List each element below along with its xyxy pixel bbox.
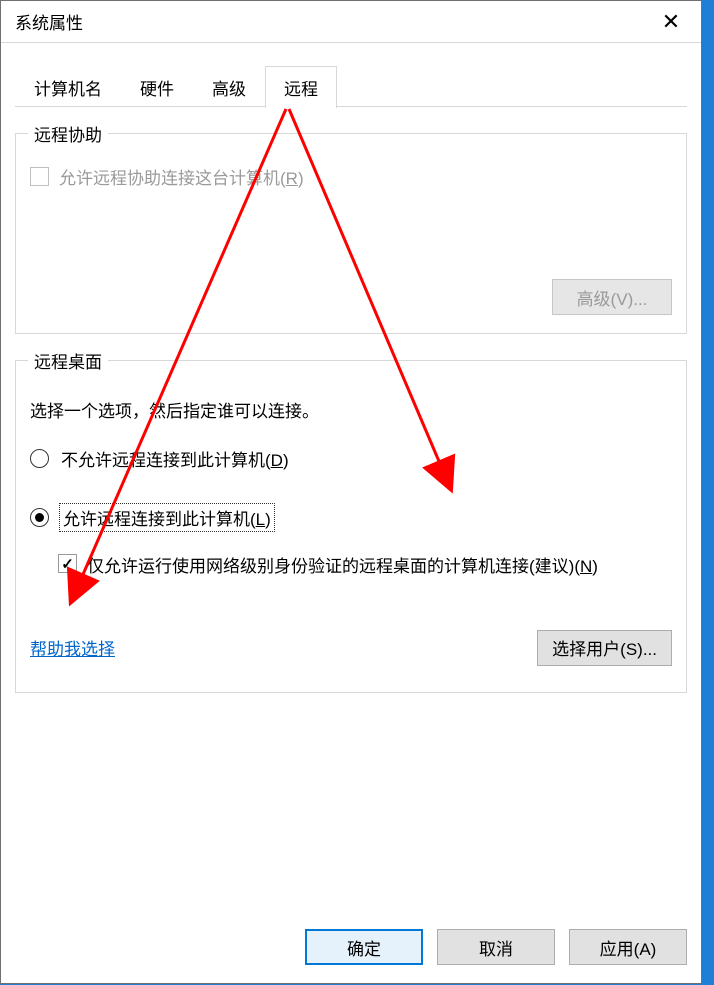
titlebar: 系统属性 ✕	[1, 1, 701, 43]
radio-allow[interactable]	[30, 508, 49, 527]
nla-row[interactable]: 仅允许运行使用网络级别身份验证的远程桌面的计算机连接(建议)(N)	[58, 554, 672, 580]
close-icon: ✕	[662, 9, 680, 35]
help-choose-link[interactable]: 帮助我选择	[30, 635, 115, 660]
radio-allow-label: 允许远程连接到此计算机(L)	[61, 505, 273, 530]
remote-assistance-legend: 远程协助	[28, 121, 108, 146]
tab-remote[interactable]: 远程	[265, 66, 337, 108]
remote-assistance-group: 远程协助 允许远程协助连接这台计算机(R) 高级(V)...	[15, 133, 687, 334]
nla-checkbox[interactable]	[58, 554, 77, 573]
select-users-button[interactable]: 选择用户(S)...	[537, 630, 672, 666]
remote-desktop-legend: 远程桌面	[28, 348, 108, 373]
nla-label: 仅允许运行使用网络级别身份验证的远程桌面的计算机连接(建议)(N)	[87, 554, 598, 580]
radio-disallow-label: 不允许远程连接到此计算机(D)	[61, 446, 289, 471]
remote-assist-advanced-row: 高级(V)...	[30, 279, 672, 315]
window-title: 系统属性	[15, 9, 83, 34]
apply-button[interactable]: 应用(A)	[569, 929, 687, 965]
allow-remote-assist-checkbox	[30, 167, 49, 186]
radio-allow-row[interactable]: 允许远程连接到此计算机(L)	[30, 505, 672, 530]
button-bar: 确定 取消 应用(A)	[1, 915, 701, 983]
tab-hardware[interactable]: 硬件	[121, 66, 193, 108]
ok-button[interactable]: 确定	[305, 929, 423, 965]
tab-computer-name[interactable]: 计算机名	[15, 66, 121, 108]
radio-disallow[interactable]	[30, 449, 49, 468]
close-button[interactable]: ✕	[641, 1, 701, 43]
tab-advanced[interactable]: 高级	[193, 66, 265, 108]
remote-desktop-desc: 选择一个选项，然后指定谁可以连接。	[30, 397, 672, 422]
remote-desktop-group: 远程桌面 选择一个选项，然后指定谁可以连接。 不允许远程连接到此计算机(D) 允…	[15, 360, 687, 693]
allow-remote-assist-label: 允许远程协助连接这台计算机(R)	[59, 164, 304, 189]
cancel-button[interactable]: 取消	[437, 929, 555, 965]
radio-disallow-row[interactable]: 不允许远程连接到此计算机(D)	[30, 446, 672, 471]
tab-content-remote: 远程协助 允许远程协助连接这台计算机(R) 高级(V)... 远程桌面 选择一个…	[1, 107, 701, 915]
tabstrip: 计算机名 硬件 高级 远程	[1, 43, 701, 107]
allow-remote-assist-row: 允许远程协助连接这台计算机(R)	[30, 164, 672, 189]
select-users-row: 帮助我选择 选择用户(S)...	[30, 630, 672, 666]
tab-underline	[15, 106, 687, 107]
remote-assist-advanced-button: 高级(V)...	[552, 279, 672, 315]
system-properties-dialog: 系统属性 ✕ 计算机名 硬件 高级 远程 远程协助 允许远程协助连接这台计算机(…	[0, 0, 702, 984]
